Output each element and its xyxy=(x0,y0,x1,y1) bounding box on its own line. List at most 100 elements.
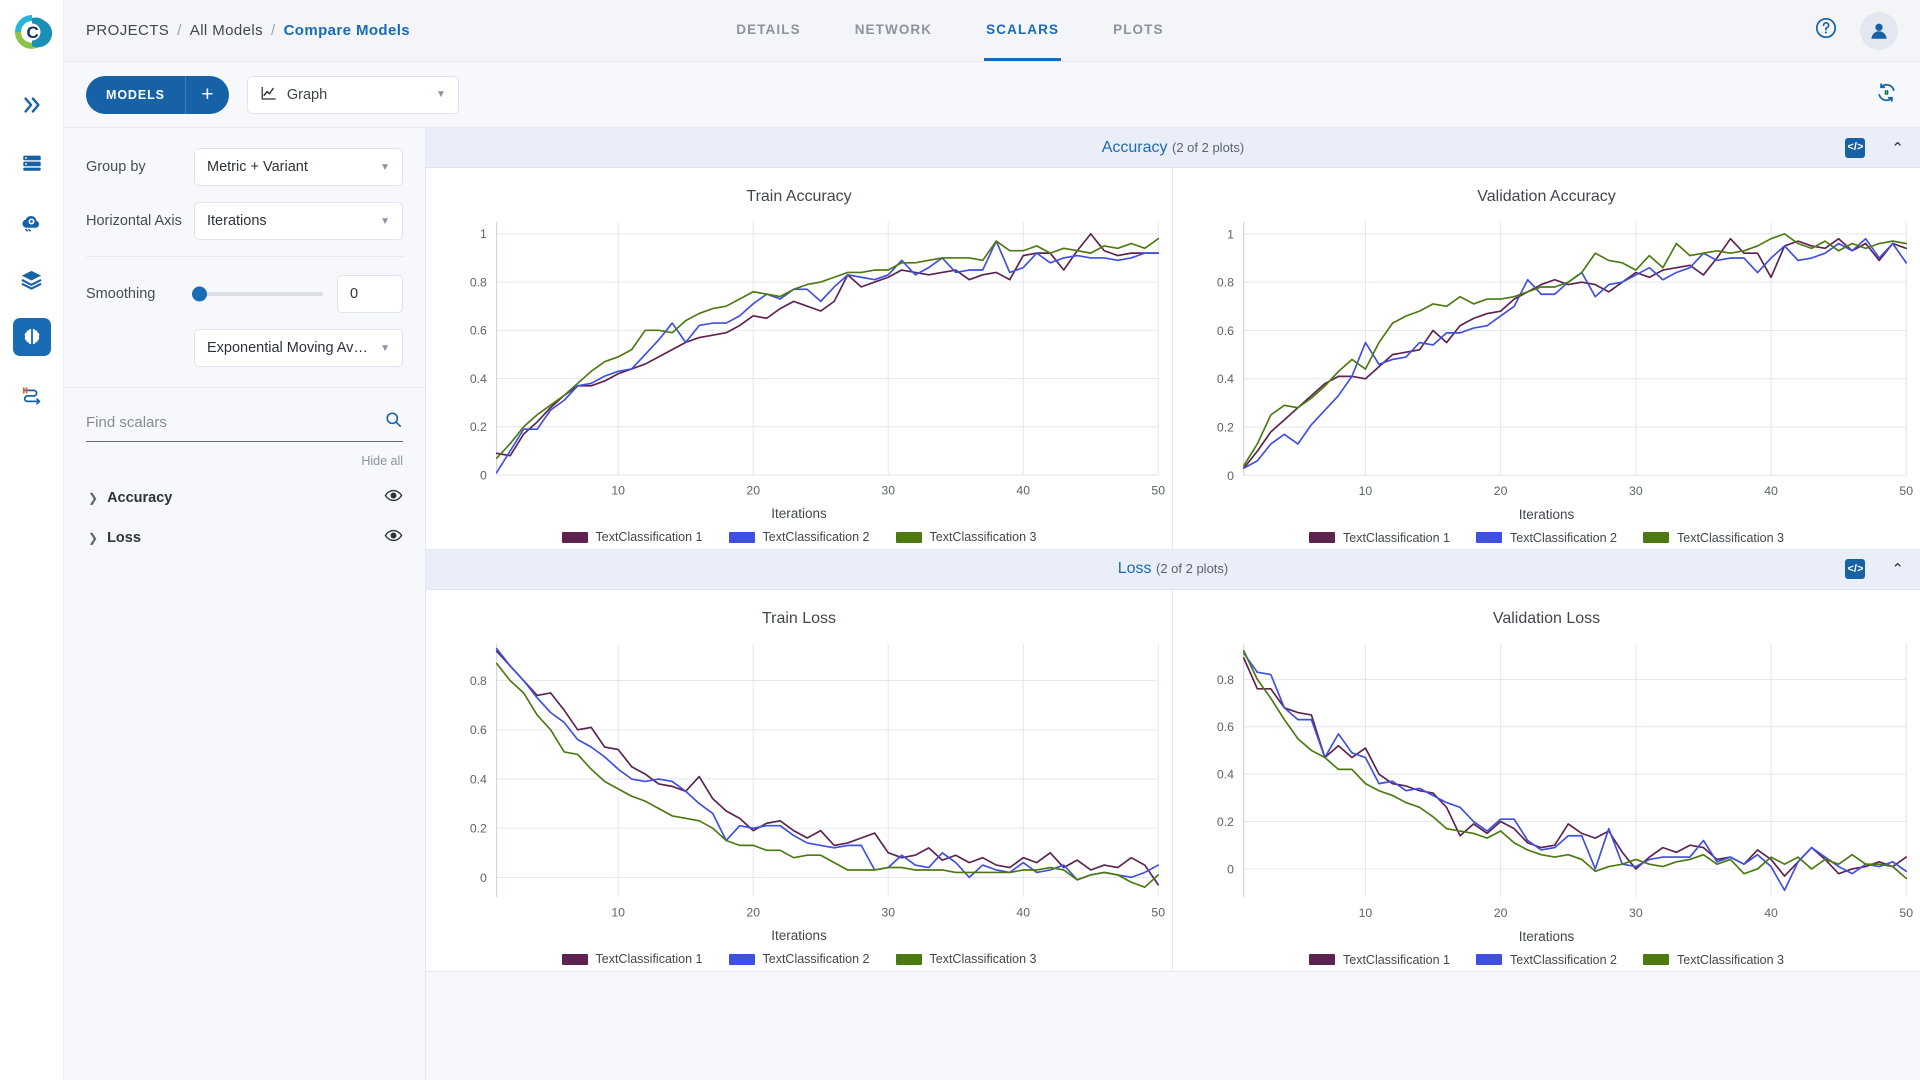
x-tick-label: 20 xyxy=(746,906,760,920)
smoothing-value-input[interactable]: 0 xyxy=(337,275,403,313)
line-chart-icon xyxy=(260,84,278,106)
chevron-up-icon[interactable]: ⌃ xyxy=(1891,560,1904,578)
sidebar-item-reports[interactable] xyxy=(13,260,51,298)
legend-item[interactable]: TextClassification 3 xyxy=(895,952,1037,966)
search-icon[interactable] xyxy=(384,410,403,434)
legend-item[interactable]: TextClassification 2 xyxy=(728,530,870,544)
plot-legend: TextClassification 1 TextClassification … xyxy=(426,530,1172,544)
plot-canvas-validation-accuracy[interactable]: 0 0.2 0.4 0.6 0.8 1 10 20 30 40 50 xyxy=(1173,210,1920,505)
models-button[interactable]: MODELS xyxy=(86,75,185,114)
series-line[interactable] xyxy=(495,233,1160,457)
hide-all-button[interactable]: Hide all xyxy=(64,442,425,468)
tab-plots[interactable]: PLOTS xyxy=(1111,0,1166,61)
tab-network[interactable]: NETWORK xyxy=(853,0,934,61)
auto-refresh-icon[interactable] xyxy=(1875,81,1898,109)
sidebar-item-pipelines[interactable] xyxy=(13,86,51,124)
x-tick-label: 30 xyxy=(1629,906,1643,920)
plot-card-train-loss: Train Loss 0 0.2 0.4 0.6 0.8 10 20 30 40 50 Itera… xyxy=(426,589,1173,972)
y-tick-label: 0.2 xyxy=(1217,420,1234,434)
sidebar-item-datasets[interactable] xyxy=(13,144,51,182)
x-tick-label: 50 xyxy=(1899,906,1913,920)
y-tick-label: 0.4 xyxy=(470,772,487,786)
plot-group-loss-header[interactable]: Loss (2 of 2 plots) </> ⌃ xyxy=(426,549,1920,590)
legend-item[interactable]: TextClassification 1 xyxy=(561,530,703,544)
series-line[interactable] xyxy=(495,662,1160,888)
find-scalars-field[interactable] xyxy=(86,410,403,442)
series-line[interactable] xyxy=(1242,237,1908,469)
clearml-logo[interactable]: C xyxy=(8,8,56,56)
legend-swatch xyxy=(1476,954,1502,966)
smoothing-track[interactable] xyxy=(192,286,323,302)
horizontal-axis-select[interactable]: Iterations ▼ xyxy=(194,202,403,240)
y-tick-label: 0.6 xyxy=(1217,324,1234,338)
series-line[interactable] xyxy=(495,647,1160,881)
y-tick-label: 0 xyxy=(480,468,487,482)
view-type-value: Graph xyxy=(286,86,328,103)
plot-canvas-train-accuracy[interactable]: 0 0.2 0.4 0.6 0.8 1 10 20 30 40 50 xyxy=(426,210,1172,504)
smoothing-knob[interactable] xyxy=(192,286,207,302)
breadcrumb-sep-1: / xyxy=(177,22,182,39)
plot-group-loss-title: Loss (2 of 2 plots) xyxy=(426,560,1920,578)
legend-label: TextClassification 2 xyxy=(1510,530,1617,545)
series-line[interactable] xyxy=(1242,652,1908,891)
tab-scalars[interactable]: SCALARS xyxy=(984,0,1062,61)
series-line[interactable] xyxy=(495,240,1160,474)
tab-details[interactable]: DETAILS xyxy=(734,0,802,61)
chevron-up-icon[interactable]: ⌃ xyxy=(1891,139,1904,157)
smoothing-row: Smoothing 0 xyxy=(86,275,403,313)
series-line[interactable] xyxy=(1242,657,1908,877)
legend-swatch xyxy=(895,953,922,965)
legend-item[interactable]: TextClassification 3 xyxy=(1643,953,1784,967)
chevron-right-icon[interactable]: ❯ xyxy=(88,531,98,545)
eye-icon-accuracy[interactable] xyxy=(384,486,403,510)
chevron-down-icon: ▼ xyxy=(435,89,446,100)
view-type-select[interactable]: Graph ▼ xyxy=(246,75,459,114)
plots-area: Accuracy (2 of 2 plots) </> ⌃ Train Accu… xyxy=(426,128,1920,1080)
group-title-text: Loss xyxy=(1117,560,1152,578)
sidebar-item-workflows[interactable] xyxy=(13,376,51,414)
breadcrumb-projects[interactable]: PROJECTS xyxy=(86,22,169,39)
plot-canvas-train-loss[interactable]: 0 0.2 0.4 0.6 0.8 10 20 30 40 50 xyxy=(426,632,1172,926)
legend-label: TextClassification 3 xyxy=(1677,530,1784,545)
legend-item[interactable]: TextClassification 1 xyxy=(561,952,703,966)
y-tick-label: 0.2 xyxy=(470,420,487,434)
search-input[interactable] xyxy=(86,413,384,431)
series-line[interactable] xyxy=(495,237,1160,459)
legend-item[interactable]: TextClassification 2 xyxy=(728,952,870,966)
code-brackets-icon[interactable]: </> xyxy=(1845,137,1866,158)
settings-divider xyxy=(86,256,403,257)
plot-canvas-validation-loss[interactable]: 0 0.2 0.4 0.6 0.8 10 20 30 40 50 xyxy=(1173,632,1920,927)
legend-swatch xyxy=(561,953,588,965)
user-avatar-icon[interactable] xyxy=(1859,11,1898,50)
find-scalars-section xyxy=(64,388,425,442)
group-title-text: Accuracy xyxy=(1101,138,1168,156)
series-line[interactable] xyxy=(495,650,1160,886)
legend-swatch xyxy=(1309,532,1335,544)
legend-item[interactable]: TextClassification 3 xyxy=(1643,531,1784,545)
smoothing-algorithm-select[interactable]: Exponential Moving Av… ▼ xyxy=(194,329,403,367)
plot-group-accuracy-header[interactable]: Accuracy (2 of 2 plots) </> ⌃ xyxy=(426,128,1920,168)
question-circle-icon[interactable] xyxy=(1814,16,1838,45)
sidebar-item-orchestration[interactable] xyxy=(13,202,51,240)
series-line[interactable] xyxy=(1242,649,1908,880)
legend-item[interactable]: TextClassification 3 xyxy=(895,530,1037,544)
eye-icon-loss[interactable] xyxy=(384,526,403,550)
y-tick-label: 0.6 xyxy=(470,324,487,338)
series-line[interactable] xyxy=(1242,233,1908,467)
chevron-right-icon[interactable]: ❯ xyxy=(88,491,98,505)
legend-item[interactable]: TextClassification 1 xyxy=(1309,531,1450,545)
breadcrumb-compare-models[interactable]: Compare Models xyxy=(284,22,410,39)
legend-item[interactable]: TextClassification 2 xyxy=(1476,953,1617,967)
tree-item-accuracy[interactable]: ❯ Accuracy xyxy=(64,478,425,518)
smoothing-slider[interactable] xyxy=(192,286,337,302)
add-model-button[interactable]: + xyxy=(184,75,229,114)
sidebar-item-models[interactable] xyxy=(12,318,51,356)
tree-item-loss[interactable]: ❯ Loss xyxy=(64,518,425,558)
group-by-select[interactable]: Metric + Variant ▼ xyxy=(194,148,403,186)
legend-item[interactable]: TextClassification 1 xyxy=(1309,953,1450,967)
breadcrumb-all-models[interactable]: All Models xyxy=(190,22,263,39)
plot-group-accuracy-title: Accuracy (2 of 2 plots) xyxy=(426,139,1920,157)
series-line[interactable] xyxy=(1242,237,1908,469)
code-brackets-icon[interactable]: </> xyxy=(1845,559,1866,580)
legend-item[interactable]: TextClassification 2 xyxy=(1476,531,1617,545)
